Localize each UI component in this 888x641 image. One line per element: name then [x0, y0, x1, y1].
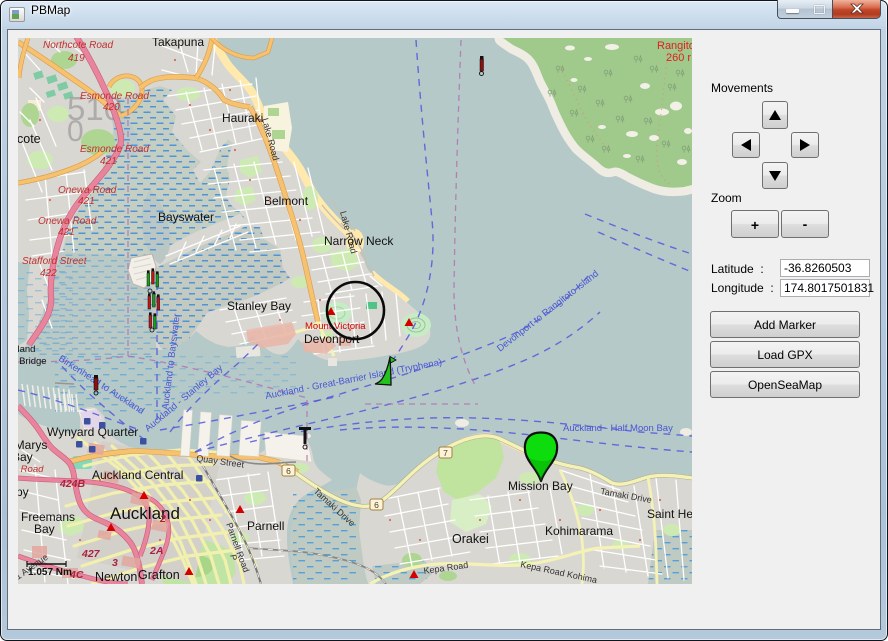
svg-text:422: 422: [40, 268, 57, 279]
svg-text:Auckland: Auckland: [110, 504, 180, 523]
svg-text:Stanley Bay: Stanley Bay: [227, 299, 291, 313]
svg-text:Auckland - Half Moon Bay: Auckland - Half Moon Bay: [563, 423, 673, 434]
svg-text:7: 7: [443, 448, 448, 458]
svg-text:419: 419: [68, 53, 85, 64]
svg-text:Parnell: Parnell: [247, 519, 284, 533]
svg-text:3: 3: [112, 557, 118, 569]
svg-text:1.057 Nm: 1.057 Nm: [28, 567, 72, 578]
svg-text:Newton: Newton: [95, 570, 137, 584]
svg-text:cote: cote: [18, 132, 41, 146]
svg-text:2A: 2A: [149, 545, 163, 557]
svg-text:2: 2: [159, 513, 166, 525]
svg-text:Bay: Bay: [34, 522, 55, 536]
svg-text:Takapuna: Takapuna: [152, 38, 204, 49]
svg-text:424B: 424B: [59, 478, 86, 490]
svg-text:420: 420: [103, 102, 120, 113]
svg-text:421: 421: [78, 196, 95, 207]
svg-text:Saint He: Saint He: [647, 507, 692, 521]
svg-text:Orakei: Orakei: [452, 532, 489, 546]
svg-text:Onewa Road: Onewa Road: [58, 185, 117, 196]
svg-text:421: 421: [100, 156, 117, 167]
svg-text:Wynyard Quarter: Wynyard Quarter: [47, 425, 138, 439]
svg-text:Onewa Road: Onewa Road: [38, 216, 97, 227]
svg-text:Kohimarama: Kohimarama: [545, 524, 613, 538]
svg-text:Auckland Central: Auckland Central: [92, 468, 183, 482]
svg-text:6: 6: [374, 500, 379, 510]
svg-text:Northcote Road: Northcote Road: [43, 40, 113, 51]
svg-text:6: 6: [286, 466, 291, 476]
svg-text:Esmonde Road: Esmonde Road: [80, 144, 149, 155]
svg-text:421: 421: [58, 227, 75, 238]
svg-text:Stafford Street: Stafford Street: [22, 256, 88, 267]
svg-text:260 r: 260 r: [666, 52, 691, 64]
svg-text:Esmonde Road: Esmonde Road: [80, 91, 149, 102]
svg-text:Hauraki: Hauraki: [222, 111, 263, 125]
svg-text:Rangito: Rangito: [657, 40, 692, 52]
svg-text:ur Bridge: ur Bridge: [18, 356, 47, 367]
svg-text:by: by: [18, 485, 29, 499]
svg-text:Bayswater: Bayswater: [158, 210, 214, 224]
svg-text:Belmont: Belmont: [264, 194, 309, 208]
svg-text:ch Road: ch Road: [18, 464, 44, 475]
svg-text:ckland: ckland: [18, 344, 35, 355]
svg-text:Bay: Bay: [18, 450, 33, 464]
svg-text:427: 427: [81, 548, 101, 560]
svg-text:Grafton: Grafton: [138, 568, 180, 582]
svg-text:Narrow Neck: Narrow Neck: [324, 234, 394, 248]
